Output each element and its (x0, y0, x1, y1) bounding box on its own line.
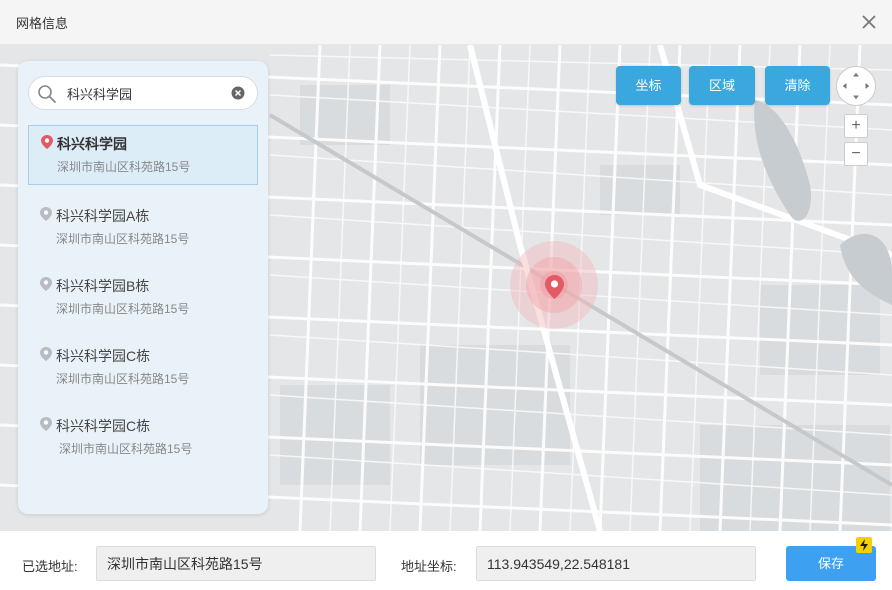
result-address: 深圳市南山区科苑路15号 (56, 232, 190, 246)
address-field[interactable] (96, 546, 376, 581)
list-item[interactable]: 科兴科学园B栋 深圳市南山区科苑路15号 (28, 268, 258, 338)
list-item[interactable]: 科兴科学园C栋 深圳市南山区科苑路15号 (28, 338, 258, 408)
list-item[interactable]: 科兴科学园 深圳市南山区科苑路15号 (28, 125, 258, 185)
clear-icon[interactable] (231, 86, 245, 100)
coordinate-button[interactable]: 坐标 (616, 66, 681, 105)
window-title: 网格信息 (16, 16, 69, 31)
result-name: 科兴科学园B栋 (56, 278, 150, 294)
address-label: 已选地址: (22, 559, 78, 574)
zoom-out-button[interactable]: − (844, 142, 868, 166)
location-pin-icon (40, 417, 52, 431)
result-list: 科兴科学园 深圳市南山区科苑路15号 科兴科学园A栋 深圳市南山区科苑路15号 … (28, 125, 258, 478)
search-box (28, 76, 258, 110)
result-name: 科兴科学园A栋 (56, 208, 150, 224)
title-bar: 网格信息 (0, 0, 892, 45)
location-pin-icon (40, 347, 52, 361)
result-name: 科兴科学园C栋 (56, 348, 151, 364)
close-icon[interactable] (858, 11, 880, 33)
search-input[interactable] (67, 82, 227, 104)
coords-field[interactable] (476, 546, 756, 581)
lightning-icon (856, 537, 872, 553)
result-address: 深圳市南山区科苑路15号 (59, 442, 193, 456)
zoom-in-button[interactable]: + (844, 114, 868, 138)
footer-bar: 已选地址: 地址坐标: 保存 (0, 531, 892, 590)
clear-button[interactable]: 清除 (765, 66, 830, 105)
search-icon[interactable] (37, 84, 57, 104)
pan-control-icon[interactable] (836, 66, 876, 106)
result-name: 科兴科学园C栋 (56, 418, 151, 434)
result-address: 深圳市南山区科苑路15号 (56, 372, 190, 386)
result-name: 科兴科学园 (57, 136, 127, 152)
result-address: 深圳市南山区科苑路15号 (57, 160, 191, 174)
region-button[interactable]: 区域 (689, 66, 755, 105)
location-pin-icon (40, 207, 52, 221)
list-item[interactable]: 科兴科学园A栋 深圳市南山区科苑路15号 (28, 198, 258, 268)
location-marker-icon[interactable] (545, 275, 564, 299)
list-item[interactable]: 科兴科学园C栋 深圳市南山区科苑路15号 (28, 408, 258, 478)
location-pin-icon (41, 135, 53, 149)
coords-label: 地址坐标: (401, 559, 457, 574)
location-pin-icon (40, 277, 52, 291)
result-address: 深圳市南山区科苑路15号 (56, 302, 190, 316)
search-panel: 科兴科学园 深圳市南山区科苑路15号 科兴科学园A栋 深圳市南山区科苑路15号 … (18, 61, 268, 514)
